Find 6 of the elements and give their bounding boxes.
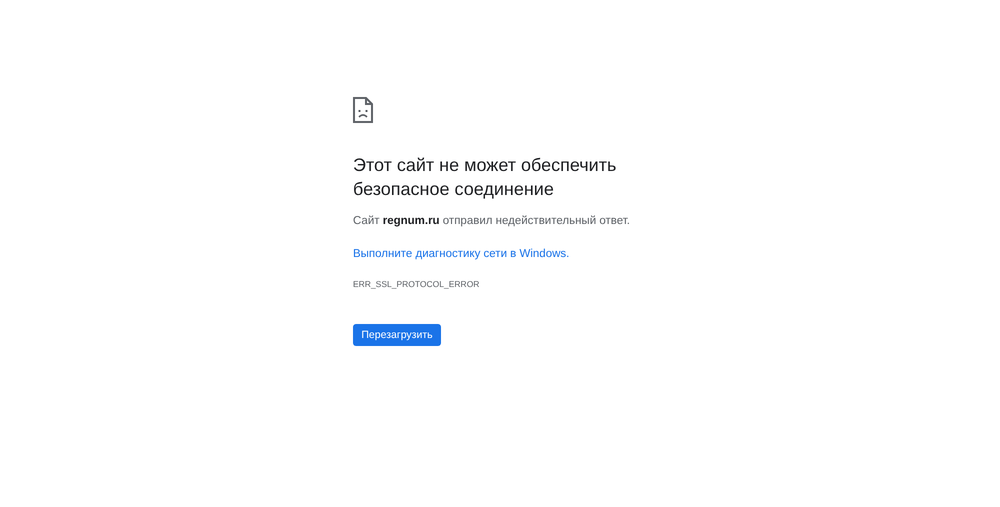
reload-button[interactable]: Перезагрузить [353, 324, 441, 346]
error-code: ERR_SSL_PROTOCOL_ERROR [353, 278, 480, 290]
error-heading: Этот сайт не может обеспечить безопасное соединение [353, 154, 618, 201]
error-message: Сайт regnum.ru отправил недействительный ответ. [353, 214, 630, 229]
diagnostics-link[interactable]: Выполните диагностику сети в Windows. [353, 246, 570, 262]
sad-page-icon [353, 97, 373, 123]
